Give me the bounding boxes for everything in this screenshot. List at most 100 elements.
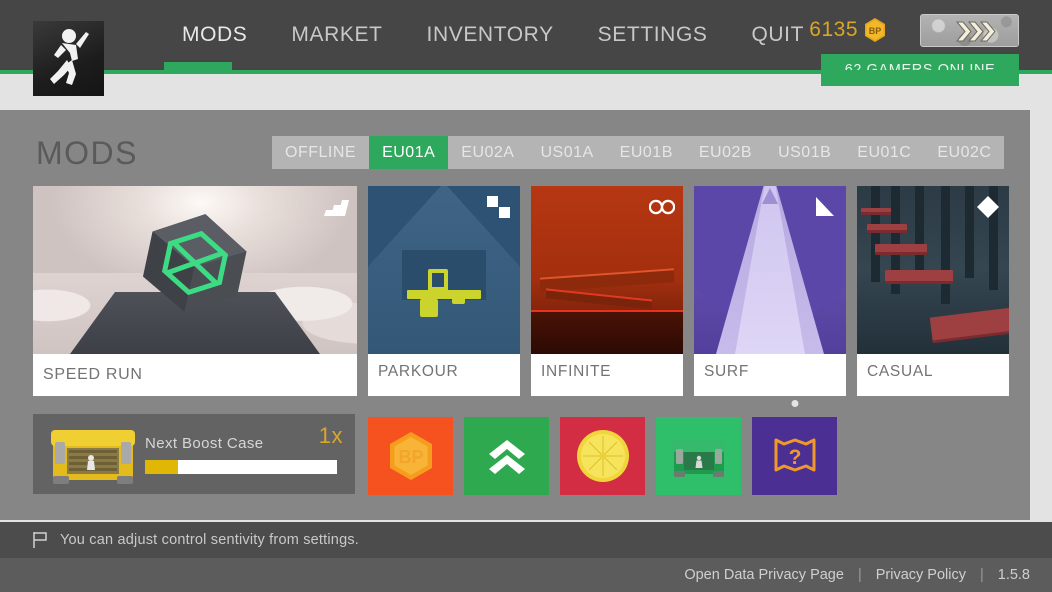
open-data-privacy-page-link[interactable]: Open Data Privacy Page: [684, 567, 844, 583]
server-tab-label: EU02A: [461, 143, 515, 161]
boost-progress-fill: [145, 459, 178, 474]
mode-thumbnail: [33, 186, 357, 354]
player-logo[interactable]: [33, 21, 104, 96]
active-tab-indicator: [164, 62, 232, 74]
platform-bar: [407, 290, 481, 300]
pillar-shape: [871, 186, 880, 282]
nav-label: SETTINGS: [597, 23, 708, 46]
map-question-icon: ?: [774, 438, 815, 472]
green-case-icon: [671, 440, 726, 477]
boost-info: 1x Next Boost Case: [145, 423, 355, 474]
server-tab-label: EU02C: [937, 143, 992, 161]
mode-card-list: SPEED RUN PARKOUR INFINITE SURF CASUAL: [33, 186, 1009, 396]
footer-separator: |: [979, 567, 984, 583]
platform-square: [420, 299, 438, 317]
nav-item-mods[interactable]: MODS: [160, 0, 269, 70]
header-accent-rule: [0, 70, 1052, 74]
flag-icon: [33, 532, 47, 548]
upgrade-button[interactable]: [464, 417, 549, 495]
server-tab-label: EU01C: [857, 143, 912, 161]
platform-shape: [885, 270, 953, 284]
boost-multiplier: 1x: [318, 422, 343, 448]
platform-shape: [861, 208, 891, 215]
server-tab-eu01b[interactable]: EU01B: [607, 136, 686, 169]
boost-progress-bar: [145, 459, 337, 474]
svg-text:?: ?: [788, 446, 801, 469]
server-tab-offline[interactable]: OFFLINE: [272, 136, 369, 169]
privacy-policy-link[interactable]: Privacy Policy: [876, 567, 966, 583]
mode-thumbnail: [857, 186, 1009, 354]
battle-pass-button[interactable]: BP: [368, 417, 453, 495]
nav-label: QUIT: [751, 23, 805, 46]
mode-thumbnail: [531, 186, 683, 354]
speed-bars-icon: [324, 200, 349, 216]
platform-outline: [428, 269, 448, 291]
mode-card-casual[interactable]: CASUAL: [857, 186, 1009, 396]
rank-badge[interactable]: [920, 14, 1019, 47]
game-main-menu: MODS MARKET INVENTORY SETTINGS QUIT 6135: [0, 0, 1052, 592]
stepped-squares-icon: [487, 196, 510, 218]
app-version: 1.5.8: [997, 567, 1030, 583]
shadow-layer: [531, 310, 683, 354]
tip-text: You can adjust control sentivity from se…: [60, 532, 360, 548]
server-tab-eu01c[interactable]: EU01C: [844, 136, 924, 169]
mode-card-label: SURF: [694, 354, 846, 390]
nav-item-settings[interactable]: SETTINGS: [576, 0, 730, 70]
coins-button[interactable]: [560, 417, 645, 495]
mode-card-label: SPEED RUN: [33, 354, 357, 396]
server-tab-eu02c[interactable]: EU02C: [924, 136, 1004, 169]
platform-shape: [929, 306, 1009, 344]
track-shape: [540, 268, 674, 293]
tip-bar: You can adjust control sentivity from se…: [0, 522, 1052, 558]
server-tab-label: EU01B: [619, 143, 673, 161]
mystery-map-button[interactable]: ?: [752, 400, 837, 495]
running-player-icon: [50, 29, 89, 85]
mode-thumbnail: [694, 186, 846, 354]
server-tab-label: OFFLINE: [285, 143, 357, 161]
svg-text:BP: BP: [869, 26, 882, 36]
mode-card-speed-run[interactable]: SPEED RUN: [33, 186, 357, 396]
mode-card-label: CASUAL: [857, 354, 1009, 390]
nav-label: MARKET: [291, 23, 383, 46]
pillar-shape: [915, 186, 924, 274]
svg-text:BP: BP: [398, 447, 423, 467]
track-shape: [546, 287, 653, 310]
cube-shape: [143, 214, 247, 313]
pillar-shape: [941, 186, 950, 304]
mode-card-label: PARKOUR: [368, 354, 520, 390]
mode-card-parkour[interactable]: PARKOUR: [368, 186, 520, 396]
free-case-button[interactable]: [656, 417, 741, 495]
currency-display[interactable]: 6135 BP: [809, 18, 886, 42]
main-navigation: MODS MARKET INVENTORY SETTINGS QUIT: [160, 0, 826, 70]
footer-separator: |: [857, 567, 862, 583]
server-tab-us01b[interactable]: US01B: [765, 136, 844, 169]
server-tab-eu02b[interactable]: EU02B: [686, 136, 765, 169]
boost-case-title: Next Boost Case: [145, 434, 264, 452]
next-boost-case-panel[interactable]: 1x Next Boost Case: [33, 414, 355, 494]
mode-card-infinite[interactable]: INFINITE: [531, 186, 683, 396]
platform-square: [452, 291, 465, 304]
bp-coin-icon: BP: [864, 18, 886, 42]
server-tab-eu01a[interactable]: EU01A: [369, 136, 449, 169]
pillar-shape: [965, 186, 974, 278]
mode-card-surf[interactable]: SURF: [694, 186, 846, 396]
server-tab-us01a[interactable]: US01A: [527, 136, 606, 169]
server-tab-eu02a[interactable]: EU02A: [448, 136, 527, 169]
yellow-case-icon: [41, 418, 145, 490]
page-title: MODS: [36, 135, 138, 171]
nav-label: MODS: [182, 23, 248, 46]
gold-coin-icon: [576, 430, 629, 482]
nav-item-market[interactable]: MARKET: [269, 0, 404, 70]
bp-hex-icon: BP: [389, 432, 432, 480]
server-tab-label: US01A: [540, 143, 594, 161]
top-header-bar: MODS MARKET INVENTORY SETTINGS QUIT 6135: [0, 0, 1052, 86]
action-button-row: BP ?: [368, 400, 837, 495]
notification-dot: [791, 400, 798, 407]
nav-item-inventory[interactable]: INVENTORY: [405, 0, 576, 70]
mode-thumbnail: [368, 186, 520, 354]
server-tab-label: EU01A: [382, 143, 436, 161]
footer-bar: Open Data Privacy Page | Privacy Policy …: [0, 558, 1052, 592]
double-chevron-up-icon: [488, 440, 525, 474]
diamond-icon: [977, 196, 999, 218]
currency-value: 6135: [809, 18, 858, 41]
